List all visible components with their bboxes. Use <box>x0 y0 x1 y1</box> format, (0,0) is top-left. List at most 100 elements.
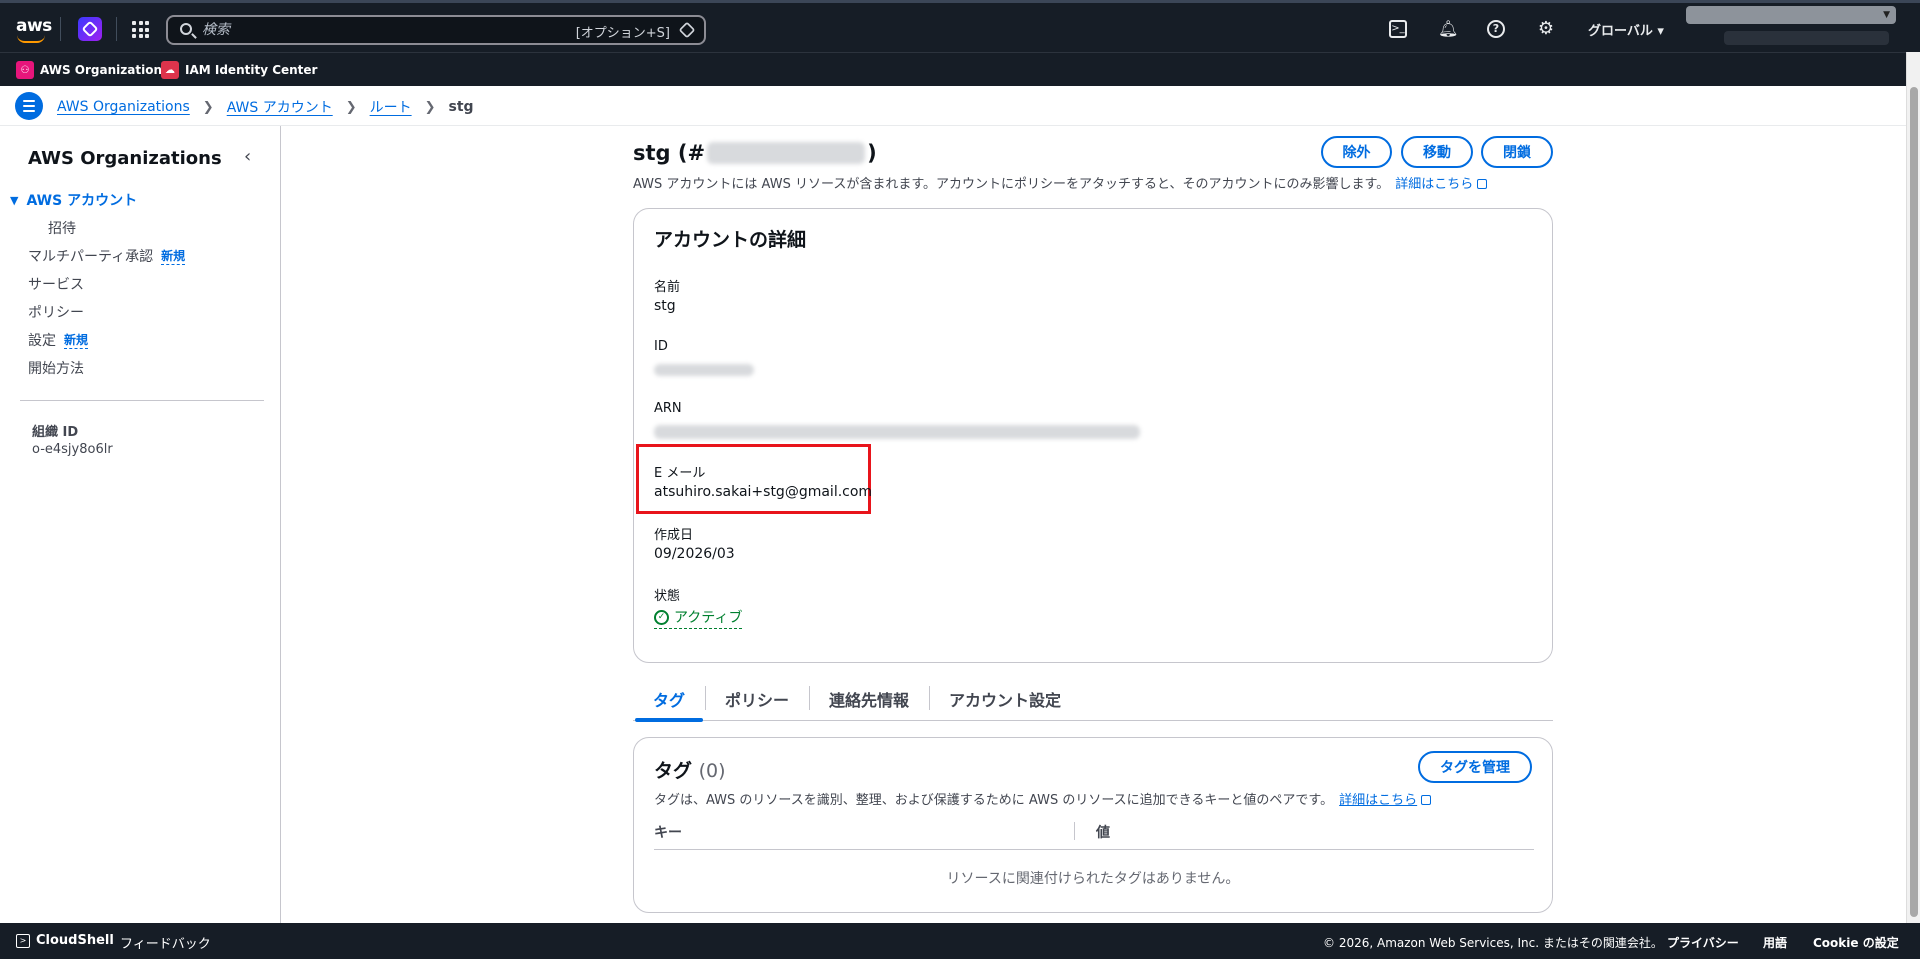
account-details-card: アカウントの詳細 名前 stg ID ARN E メール atsuhiro.sa… <box>633 208 1553 663</box>
caret-down-icon: ▼ <box>1883 10 1890 20</box>
tab-policies[interactable]: ポリシー <box>705 678 809 721</box>
sidebar-item-getting-started[interactable]: 開始方法 <box>28 358 84 378</box>
scrollbar-thumb[interactable] <box>1910 87 1918 917</box>
cookie-settings-link[interactable]: Cookie の設定 <box>1813 934 1899 951</box>
id-label: ID <box>654 339 668 354</box>
chevron-right-icon: ❯ <box>424 99 436 115</box>
breadcrumb-bar: AWS Organizations ❯ AWS アカウント ❯ ルート ❯ st… <box>0 86 1906 126</box>
move-button[interactable]: 移動 <box>1401 136 1473 168</box>
app-icon[interactable] <box>78 17 102 41</box>
cloudshell-button[interactable]: > CloudShell <box>16 933 114 948</box>
breadcrumb-aws-organizations[interactable]: AWS Organizations <box>57 99 190 115</box>
external-link-icon <box>1421 795 1432 805</box>
gear-icon[interactable]: ⚙ <box>1537 20 1555 38</box>
sidebar-item-label: AWS アカウント <box>26 193 138 209</box>
sidebar-item-label: サービス <box>28 277 84 293</box>
amazon-q-icon <box>678 21 696 39</box>
id-value-redacted <box>654 364 754 376</box>
tab-tags[interactable]: タグ <box>633 678 705 722</box>
copyright: © 2026, Amazon Web Services, Inc. またはその関… <box>1323 936 1663 950</box>
sidebar-item-label: 開始方法 <box>28 361 84 377</box>
search-icon <box>180 23 192 35</box>
new-badge: 新規 <box>161 249 186 265</box>
favorite-iam-identity-center[interactable]: ☁ IAM Identity Center <box>161 61 317 79</box>
region-selector[interactable]: グローバル ▾ <box>1588 20 1664 39</box>
page-title-suffix: ) <box>867 141 877 165</box>
tabs: タグ ポリシー 連絡先情報 アカウント設定 <box>633 678 1553 722</box>
organizations-icon: ⚇ <box>16 61 34 79</box>
sidebar-item-label: ポリシー <box>28 305 84 321</box>
sidebar: AWS Organizations ‹ ▼ AWS アカウント 招待 マルチパー… <box>0 126 281 923</box>
search-input[interactable] <box>202 20 562 40</box>
column-header-key[interactable]: キー <box>654 822 682 842</box>
bell-icon[interactable]: 🔔︎ <box>1438 20 1458 38</box>
status-label: 状態 <box>654 589 681 604</box>
created-date-label: 作成日 <box>654 528 694 543</box>
sidebar-item-label: 設定 <box>28 333 56 349</box>
tags-title: タグ (0) <box>654 756 726 783</box>
help-icon[interactable]: ? <box>1487 20 1505 38</box>
tags-description: タグは、AWS のリソースを識別、整理、および保護するために AWS のリソース… <box>654 789 1432 808</box>
account-id-redacted <box>707 142 866 164</box>
services-grid-icon[interactable] <box>132 21 149 38</box>
scrollbar[interactable] <box>1906 52 1920 923</box>
check-circle-icon: ✓ <box>654 609 669 625</box>
email-value: atsuhiro.sakai+stg@gmail.com <box>654 484 873 500</box>
sidebar-title: AWS Organizations <box>28 148 222 169</box>
divider <box>654 849 1534 850</box>
sidebar-item-label: 招待 <box>48 221 76 237</box>
search-shortcut: [オプション+S] <box>575 26 670 41</box>
terms-link[interactable]: 用語 <box>1763 934 1787 951</box>
close-account-button[interactable]: 閉鎖 <box>1481 136 1553 168</box>
chevron-right-icon: ❯ <box>202 99 214 115</box>
tab-contact-info[interactable]: 連絡先情報 <box>809 678 929 721</box>
aws-logo[interactable]: aws <box>16 16 52 43</box>
tags-count: (0) <box>698 760 726 782</box>
collapse-sidebar-icon[interactable]: ‹ <box>244 146 251 167</box>
status-badge[interactable]: ✓ アクティブ <box>654 607 743 629</box>
created-date-value: 09/2026/03 <box>654 546 735 562</box>
privacy-link[interactable]: プライバシー <box>1667 934 1739 951</box>
cloudshell-label: CloudShell <box>36 933 114 948</box>
sidebar-item-invitations[interactable]: 招待 <box>48 218 76 238</box>
arn-value-redacted <box>654 425 1140 439</box>
feedback-link[interactable]: フィードバック <box>120 933 211 952</box>
sidebar-item-aws-accounts[interactable]: ▼ AWS アカウント <box>10 190 137 210</box>
tags-panel: タグ (0) タグを管理 タグは、AWS のリソースを識別、整理、および保護する… <box>633 737 1553 913</box>
sidebar-item-label: マルチパーティ承認 <box>28 249 154 265</box>
tab-account-settings[interactable]: アカウント設定 <box>929 678 1081 721</box>
name-label: 名前 <box>654 280 681 295</box>
menu-icon[interactable] <box>15 92 43 120</box>
chevron-right-icon: ❯ <box>345 99 357 115</box>
email-label: E メール <box>654 466 706 481</box>
breadcrumb-root[interactable]: ルート <box>370 97 412 117</box>
breadcrumb: AWS Organizations ❯ AWS アカウント ❯ ルート ❯ st… <box>57 97 474 117</box>
cloudshell-icon[interactable]: >_ <box>1389 20 1407 38</box>
sidebar-item-policies[interactable]: ポリシー <box>28 302 84 322</box>
top-navigation: aws [オプション+S] >_ 🔔︎ ? ⚙ グローバル ▾ ▼ <box>0 0 1920 52</box>
remove-button[interactable]: 除外 <box>1321 136 1392 168</box>
column-divider <box>1074 822 1075 840</box>
column-header-value[interactable]: 値 <box>1096 822 1110 842</box>
aws-logo-text: aws <box>16 16 52 36</box>
sidebar-item-multi-party-approval[interactable]: マルチパーティ承認 新規 <box>28 246 186 266</box>
tags-description-text: タグは、AWS のリソースを識別、整理、および保護するために AWS のリソース… <box>654 793 1334 808</box>
breadcrumb-aws-accounts[interactable]: AWS アカウント <box>227 97 333 117</box>
sidebar-item-settings[interactable]: 設定 新規 <box>28 330 89 350</box>
footer: > CloudShell フィードバック © 2026, Amazon Web … <box>0 923 1920 959</box>
learn-more-link[interactable]: 詳細はこちら <box>1339 793 1432 808</box>
favorite-aws-organizations[interactable]: ⚇ AWS Organizations <box>16 61 169 79</box>
account-menu[interactable]: ▼ <box>1686 6 1896 24</box>
page-title: stg (# ) <box>633 141 877 165</box>
cloudshell-icon: > <box>16 933 30 948</box>
card-title: アカウントの詳細 <box>654 229 807 251</box>
manage-tags-button[interactable]: タグを管理 <box>1418 751 1532 783</box>
learn-more-link[interactable]: 詳細はこちら <box>1395 177 1488 192</box>
org-id-label: 組織 ID <box>32 425 79 440</box>
search-box[interactable]: [オプション+S] <box>166 15 706 45</box>
page-description-text: AWS アカウントには AWS リソースが含まれます。アカウントにポリシーをアタ… <box>633 177 1390 192</box>
favorites-bar: ⚇ AWS Organizations ☁ IAM Identity Cente… <box>0 52 1906 86</box>
external-link-icon <box>1477 179 1488 189</box>
sidebar-item-services[interactable]: サービス <box>28 274 84 294</box>
arn-label: ARN <box>654 401 682 416</box>
